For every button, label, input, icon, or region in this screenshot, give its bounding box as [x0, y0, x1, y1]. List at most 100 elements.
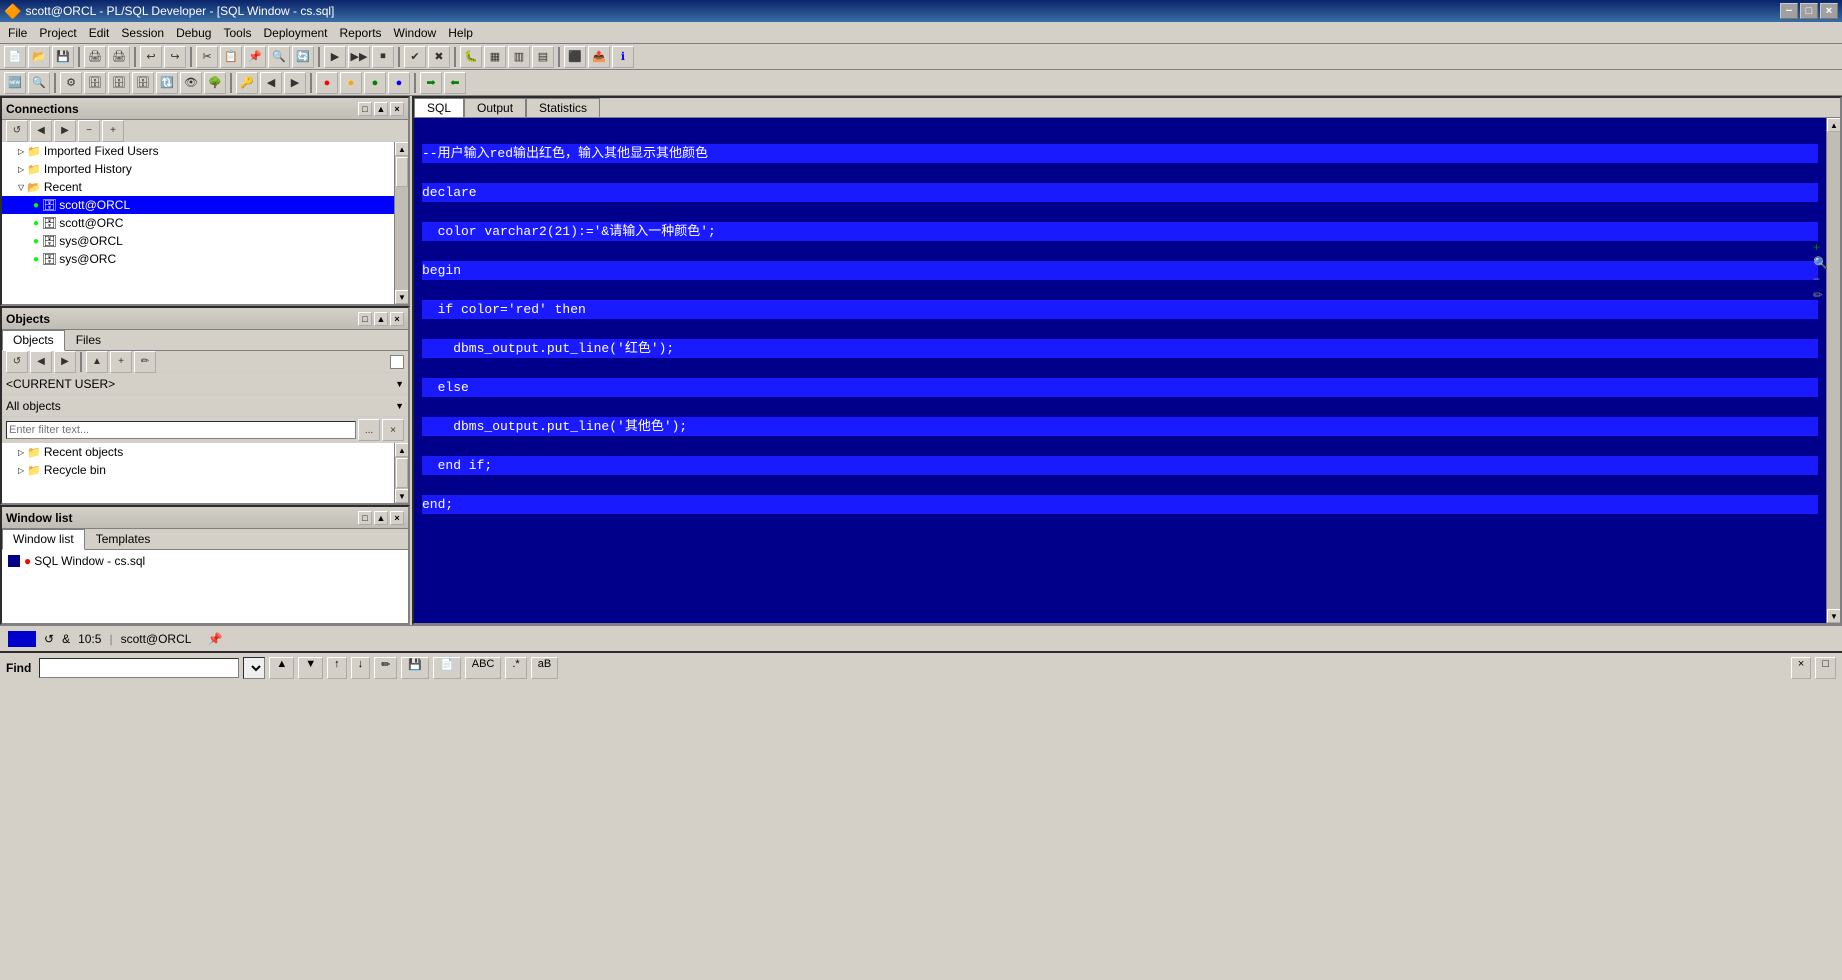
- tb-open[interactable]: 📂: [28, 46, 50, 68]
- obj-recycle[interactable]: ▷ 📁 Recycle bin: [2, 461, 394, 479]
- tb-debug[interactable]: 🐛: [460, 46, 482, 68]
- tb-paste[interactable]: 📌: [244, 46, 266, 68]
- tb2-view[interactable]: 👁: [180, 72, 202, 94]
- tb-grid3[interactable]: ▤: [532, 46, 554, 68]
- connections-btn-close[interactable]: ×: [390, 102, 404, 116]
- find-case-btn[interactable]: aB: [531, 657, 558, 679]
- scroll-down[interactable]: ▼: [395, 290, 408, 304]
- tb2-gear[interactable]: ⚙: [60, 72, 82, 94]
- tb2-next[interactable]: ▶: [284, 72, 306, 94]
- menu-project[interactable]: Project: [33, 24, 82, 42]
- conn-sys-orc[interactable]: ● 🗄 sys@ORC: [2, 250, 394, 268]
- obj-recent[interactable]: ▷ 📁 Recent objects: [2, 443, 394, 461]
- conn-icon-green[interactable]: +: [1813, 240, 1828, 254]
- menu-file[interactable]: File: [2, 24, 33, 42]
- conn-back[interactable]: ◀: [30, 120, 52, 142]
- tb2-db3[interactable]: 🗄: [132, 72, 154, 94]
- conn-plus[interactable]: +: [102, 120, 124, 142]
- wl-btn-max[interactable]: ▲: [374, 511, 388, 525]
- connections-scrollbar[interactable]: ▲ ▼: [394, 142, 408, 304]
- filter-btn-dots[interactable]: ...: [358, 419, 380, 441]
- menu-debug[interactable]: Debug: [170, 24, 217, 42]
- tb2-refresh[interactable]: 🔃: [156, 72, 178, 94]
- find-input[interactable]: [39, 658, 239, 678]
- tb2-arrow-l[interactable]: ⬅: [444, 72, 466, 94]
- conn-refresh[interactable]: ↺: [6, 120, 28, 142]
- tb2-search[interactable]: 🔍: [28, 72, 50, 94]
- code-editor[interactable]: --用户输入red输出红色，输入其他显示其他颜色 declare color v…: [414, 118, 1826, 623]
- menu-window[interactable]: Window: [388, 24, 443, 42]
- conn-minus[interactable]: −: [78, 120, 100, 142]
- minimize-button[interactable]: −: [1780, 3, 1798, 19]
- tb-cut[interactable]: ✂: [196, 46, 218, 68]
- tb-red-stop[interactable]: ⬛: [564, 46, 586, 68]
- objects-scrollbar[interactable]: ▲ ▼: [394, 443, 408, 503]
- checkbox[interactable]: [390, 355, 404, 369]
- obj-tb-up[interactable]: ▲: [86, 351, 108, 373]
- tab-output[interactable]: Output: [464, 98, 526, 117]
- obj-tb-refresh[interactable]: ↺: [6, 351, 28, 373]
- conn-imported-fixed[interactable]: ▷ 📁 Imported Fixed Users: [2, 142, 394, 160]
- maximize-button[interactable]: □: [1800, 3, 1818, 19]
- connections-btn-restore[interactable]: □: [358, 102, 372, 116]
- tb-stop[interactable]: ⏹: [372, 46, 394, 68]
- tb2-bp3[interactable]: ●: [364, 72, 386, 94]
- tb-grid1[interactable]: ▦: [484, 46, 506, 68]
- tb-undo[interactable]: ↩: [140, 46, 162, 68]
- menu-reports[interactable]: Reports: [334, 24, 388, 42]
- tb-find[interactable]: 🔍: [268, 46, 290, 68]
- wl-btn-restore[interactable]: □: [358, 511, 372, 525]
- obj-tb-fwd[interactable]: ▶: [54, 351, 76, 373]
- tb-info[interactable]: ℹ: [612, 46, 634, 68]
- conn-sys-orcl[interactable]: ● 🗄 sys@ORCL: [2, 232, 394, 250]
- conn-icon-minus[interactable]: −: [1813, 272, 1828, 286]
- scroll-thumb[interactable]: [396, 458, 408, 488]
- close-button[interactable]: ×: [1820, 3, 1838, 19]
- tb2-db1[interactable]: 🗄: [84, 72, 106, 94]
- tb-copy[interactable]: 📋: [220, 46, 242, 68]
- conn-scott-orcl[interactable]: ● 🗄 scott@ORCL: [2, 196, 394, 214]
- tb-execute[interactable]: ▶: [324, 46, 346, 68]
- filter-btn-x[interactable]: ×: [382, 419, 404, 441]
- obj-tb-back[interactable]: ◀: [30, 351, 52, 373]
- scroll-thumb[interactable]: [396, 157, 408, 187]
- current-user-dropdown[interactable]: <CURRENT USER> ▼: [2, 373, 408, 395]
- tb-new[interactable]: 📄: [4, 46, 26, 68]
- find-pencil-btn[interactable]: ✏: [374, 657, 397, 679]
- find-dropdown[interactable]: [243, 657, 265, 679]
- tb-export[interactable]: 📤: [588, 46, 610, 68]
- scroll-up[interactable]: ▲: [395, 142, 408, 156]
- conn-imported-history[interactable]: ▷ 📁 Imported History: [2, 160, 394, 178]
- find-up-btn[interactable]: ↑: [327, 657, 347, 679]
- scroll-down[interactable]: ▼: [1827, 609, 1840, 623]
- tab-templates[interactable]: Templates: [85, 529, 162, 549]
- conn-fwd[interactable]: ▶: [54, 120, 76, 142]
- find-down-btn[interactable]: ↓: [351, 657, 371, 679]
- tb2-bp4[interactable]: ●: [388, 72, 410, 94]
- find-close-btn[interactable]: ×: [1791, 657, 1811, 679]
- tb-save[interactable]: 💾: [52, 46, 74, 68]
- tb-rollback[interactable]: ✖: [428, 46, 450, 68]
- tab-statistics[interactable]: Statistics: [526, 98, 600, 117]
- obj-tb-plus[interactable]: +: [110, 351, 132, 373]
- obj-btn-close[interactable]: ×: [390, 312, 404, 326]
- conn-icon-edit[interactable]: ✏: [1813, 288, 1828, 302]
- tb2-bp1[interactable]: ●: [316, 72, 338, 94]
- tb-print2[interactable]: 🖨: [108, 46, 130, 68]
- find-regex-btn[interactable]: .*: [505, 657, 526, 679]
- obj-btn-max[interactable]: ▲: [374, 312, 388, 326]
- menu-edit[interactable]: Edit: [83, 24, 116, 42]
- filter-input[interactable]: [6, 421, 356, 439]
- tb2-tree[interactable]: 🌳: [204, 72, 226, 94]
- find-next-btn[interactable]: ▼: [298, 657, 323, 679]
- tb2-db2[interactable]: 🗄: [108, 72, 130, 94]
- tab-window-list[interactable]: Window list: [2, 529, 85, 550]
- find-maximize-btn[interactable]: □: [1815, 657, 1836, 679]
- tab-sql[interactable]: SQL: [414, 98, 464, 117]
- wl-item-sql[interactable]: ● SQL Window - cs.sql: [4, 552, 406, 570]
- menu-help[interactable]: Help: [442, 24, 479, 42]
- obj-tb-edit[interactable]: ✏: [134, 351, 156, 373]
- find-abc-btn[interactable]: ABC: [465, 657, 502, 679]
- tb-execute2[interactable]: ▶▶: [348, 46, 370, 68]
- find-doc-btn[interactable]: 📄: [433, 657, 461, 679]
